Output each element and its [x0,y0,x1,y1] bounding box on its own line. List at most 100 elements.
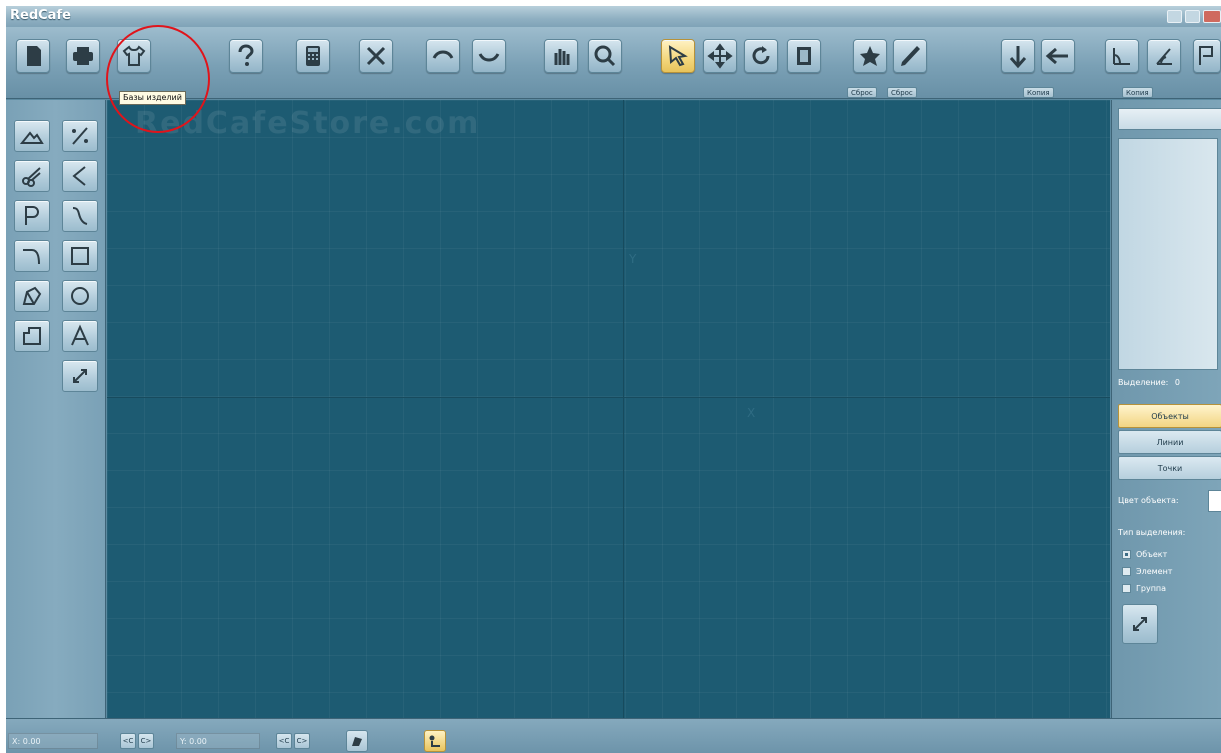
angle-tool-button[interactable] [1105,39,1139,73]
option-element-label: Элемент [1136,567,1173,576]
undo-button[interactable] [426,39,460,73]
polygon-edit-icon [22,286,42,305]
drawing-canvas[interactable]: RedCafeStore.com Y X [107,100,1110,718]
reset-star-button[interactable] [853,39,887,73]
extra-tool-button[interactable] [1193,39,1221,73]
move-arrows-icon [707,43,733,69]
tools-icon [366,46,386,66]
x-axis [107,397,1110,398]
points-button[interactable]: Точки [1118,456,1221,480]
page-icon [797,47,811,65]
print-button[interactable] [66,39,100,73]
rectangle-icon [71,247,89,265]
scissors-icon [22,167,41,187]
close-button[interactable] [1203,10,1221,23]
resize-arrows-icon [73,369,87,383]
letter-a-icon [71,324,89,346]
x-next-button[interactable]: C> [138,733,154,749]
copy-down-button[interactable] [1001,39,1035,73]
option-element-checkbox[interactable] [1122,567,1131,576]
option-group-checkbox[interactable] [1122,584,1131,593]
p-tool[interactable] [14,200,50,232]
move-button[interactable] [703,39,737,73]
polygon-tool[interactable] [14,320,50,352]
node-icon [429,735,440,747]
rotate-icon [752,46,770,65]
y-axis-label: Y [629,252,637,266]
minimize-button[interactable] [1167,10,1182,23]
measure-tool-button[interactable] [1122,604,1158,644]
property-field[interactable] [1118,108,1221,130]
reset-pen-button[interactable] [893,39,927,73]
pencil-icon [901,46,920,66]
dotted-line-icon [72,127,88,145]
mountain-tool[interactable] [14,120,50,152]
mirror-button[interactable] [787,39,821,73]
object-color-label: Цвет объекта: [1118,496,1179,505]
lines-button[interactable]: Линии [1118,430,1221,454]
reset-label-1: Сброс [847,87,877,98]
angle-line-tool[interactable] [62,160,98,192]
selection-count: 0 [1174,378,1180,387]
maximize-button[interactable] [1185,10,1200,23]
x-prev-button[interactable]: <C [120,733,136,749]
angle-copy-button[interactable] [1147,39,1181,73]
object-color-swatch[interactable] [1208,490,1221,512]
angle-icon [1113,48,1130,65]
pan-button[interactable] [544,39,578,73]
status-bar: X: 0.00 <C C> Y: 0.00 <C C> [6,718,1221,753]
shape-edit-tool[interactable] [14,280,50,312]
corner-curve-icon [23,249,40,265]
objects-button[interactable]: Объекты [1118,404,1221,428]
curve-icon [72,207,88,225]
document-icon [27,46,41,66]
x-coordinate-label: X: [12,737,21,746]
resize-tool[interactable] [62,360,98,392]
left-tool-panel [6,100,106,718]
node-mode-button[interactable] [424,730,446,752]
right-panel: Выделение: 0 Объекты Линии Точки Цвет об… [1111,100,1221,718]
new-file-button[interactable] [16,39,50,73]
hand-icon [554,49,570,65]
redo-button[interactable] [472,39,506,73]
zoom-button[interactable] [588,39,622,73]
arrow-down-icon [1009,46,1027,69]
help-button[interactable] [229,39,263,73]
tools-button[interactable] [359,39,393,73]
highlight-circle [106,25,210,133]
copy-label-1: Копия [1023,87,1054,98]
option-group-label: Группа [1136,584,1167,593]
calculator-button[interactable] [296,39,330,73]
corner-curve-tool[interactable] [14,240,50,272]
x-coordinate-field: X: 0.00 [8,733,98,749]
selection-label-text: Выделение: [1118,378,1169,387]
redo-icon [478,53,500,62]
curve-tool[interactable] [62,200,98,232]
circle-tool[interactable] [62,280,98,312]
snap-icon [352,737,362,746]
angle-bracket-icon [72,166,86,186]
select-arrow-button[interactable] [661,39,695,73]
rectangle-tool[interactable] [62,240,98,272]
magnifier-icon [594,45,616,67]
letter-p-icon [25,206,39,225]
option-object-label: Объект [1136,550,1168,559]
text-tool[interactable] [62,320,98,352]
selection-label: Выделение: 0 [1118,378,1180,387]
calculator-icon [306,46,320,66]
y-prev-button[interactable]: <C [276,733,292,749]
option-object-checkbox[interactable] [1122,550,1131,559]
rotate-button[interactable] [744,39,778,73]
cursor-icon [668,45,688,67]
y-next-button[interactable]: C> [294,733,310,749]
object-list[interactable] [1118,138,1218,370]
scissors-tool[interactable] [14,160,50,192]
point-line-tool[interactable] [62,120,98,152]
y-axis [623,100,624,718]
snap-button[interactable] [346,730,368,752]
copy-left-button[interactable] [1041,39,1075,73]
app-window: RedCafe Сброс Сброс Копия Копия Базы изд… [6,6,1221,753]
flag-icon [1199,46,1213,65]
y-coordinate-value: 0.00 [189,737,207,746]
copy-label-2: Копия [1122,87,1153,98]
